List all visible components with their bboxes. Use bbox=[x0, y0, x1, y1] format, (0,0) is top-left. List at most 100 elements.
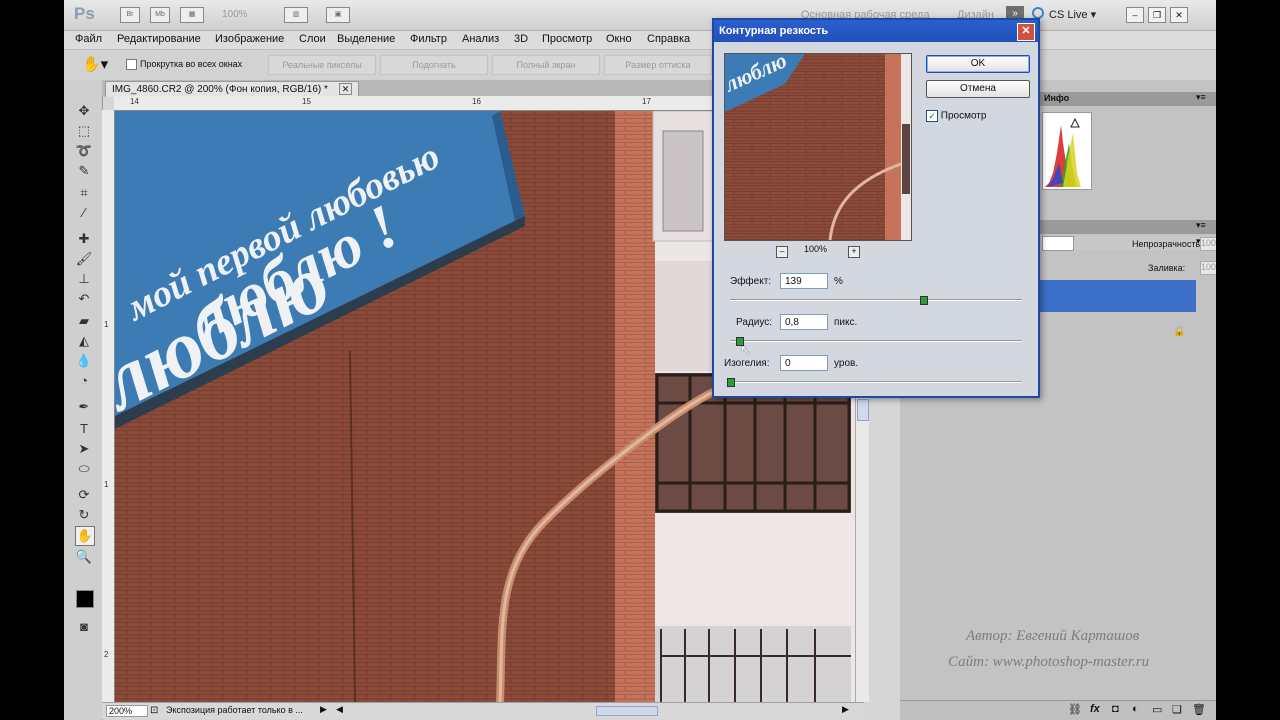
threshold-slider-track[interactable] bbox=[730, 381, 1022, 383]
crop-tool-icon[interactable]: ⌗ bbox=[75, 184, 93, 202]
hand-tool-preset-icon[interactable]: ✋▾ bbox=[82, 55, 108, 73]
watermark-site: Сайт: www.photoshop-master.ru bbox=[948, 654, 1150, 670]
paint-bucket-tool-icon[interactable]: ◭ bbox=[75, 332, 93, 350]
effect-slider-knob[interactable] bbox=[919, 296, 928, 305]
preview-zoom-level: 100% bbox=[804, 244, 828, 254]
radius-unit: пикс. bbox=[834, 317, 858, 328]
preview-checkbox[interactable]: ✓ bbox=[926, 110, 938, 122]
threshold-slider-knob[interactable] bbox=[727, 378, 735, 387]
document-tab-close-icon[interactable]: ✕ bbox=[338, 83, 353, 95]
menu-select[interactable]: Выделение bbox=[337, 33, 395, 45]
scroll-all-windows-option[interactable]: Прокрутка во всех окнах bbox=[126, 59, 243, 71]
history-brush-tool-icon[interactable]: ↶ bbox=[75, 290, 93, 308]
blur-tool-icon[interactable]: 💧 bbox=[75, 352, 93, 370]
layer-row-selected[interactable] bbox=[1040, 280, 1196, 312]
hand-tool-icon[interactable]: ✋ bbox=[75, 526, 95, 546]
status-icon[interactable]: ⊡ bbox=[150, 705, 158, 716]
fx-icon[interactable]: fx bbox=[1090, 703, 1100, 715]
scroll-all-checkbox[interactable] bbox=[126, 59, 137, 71]
menu-file[interactable]: Файл bbox=[75, 33, 102, 45]
type-tool-icon[interactable]: T bbox=[75, 420, 93, 438]
menu-edit[interactable]: Редактирование bbox=[117, 33, 201, 45]
menu-3d[interactable]: 3D bbox=[514, 33, 528, 45]
preview-zoom-out-icon[interactable]: – bbox=[776, 246, 788, 258]
status-menu-arrow-icon[interactable]: ▶ bbox=[320, 704, 327, 715]
link-layers-icon[interactable]: ⛓ bbox=[1068, 703, 1082, 716]
menu-analysis[interactable]: Анализ bbox=[462, 33, 499, 45]
arrange-documents-icon[interactable]: ▥ bbox=[284, 7, 308, 23]
menu-help[interactable]: Справка bbox=[647, 33, 690, 45]
new-layer-icon[interactable]: ❏ bbox=[1172, 703, 1182, 716]
preview-zoom-in-icon[interactable]: + bbox=[848, 246, 860, 258]
menu-window[interactable]: Окно bbox=[606, 33, 632, 45]
3d-rotate-tool-icon[interactable]: ⟳ bbox=[75, 486, 93, 504]
print-size-button[interactable]: Размер оттиска bbox=[604, 55, 712, 75]
effect-slider-track[interactable] bbox=[730, 299, 1022, 301]
mini-bridge-icon[interactable]: Mb bbox=[150, 7, 170, 23]
path-selection-tool-icon[interactable]: ➤ bbox=[75, 440, 93, 458]
menu-layers[interactable]: Слои bbox=[299, 33, 326, 45]
panel-menu-icon[interactable]: ▾≡ bbox=[1196, 92, 1206, 103]
bridge-icon[interactable]: Br bbox=[120, 7, 140, 23]
fill-screen-button[interactable]: Полный экран bbox=[492, 55, 600, 75]
cancel-button[interactable]: Отмена bbox=[926, 80, 1030, 98]
ok-button[interactable]: OK bbox=[926, 55, 1030, 73]
view-extras-icon[interactable]: ▦ bbox=[180, 7, 204, 23]
restore-button[interactable]: ❐ bbox=[1148, 7, 1166, 23]
brush-tool-icon[interactable]: 🖌 bbox=[75, 250, 93, 268]
close-button[interactable]: ✕ bbox=[1170, 7, 1188, 23]
lasso-tool-icon[interactable]: ➰ bbox=[75, 142, 93, 160]
add-mask-icon[interactable]: ◘ bbox=[1112, 703, 1119, 715]
threshold-label: Изогелия: bbox=[724, 358, 770, 369]
new-group-icon[interactable]: ▭ bbox=[1152, 703, 1162, 716]
quick-mask-icon[interactable]: ◙ bbox=[75, 618, 93, 636]
scroll-right-icon[interactable]: ▶ bbox=[842, 704, 849, 715]
layers-panel-menu-icon[interactable]: ▾≡ bbox=[1196, 220, 1206, 231]
marquee-tool-icon[interactable]: ⬚ bbox=[75, 122, 93, 140]
scrollbar-thumb[interactable] bbox=[857, 399, 869, 421]
zoom-level-select[interactable]: 100% bbox=[222, 9, 248, 20]
clone-stamp-tool-icon[interactable]: ⊥ bbox=[75, 270, 93, 288]
info-tab[interactable]: Инфо bbox=[1044, 93, 1069, 103]
dialog-title-bar[interactable]: Контурная резкость ✕ bbox=[714, 20, 1038, 42]
eyedropper-tool-icon[interactable]: ⁄ bbox=[75, 204, 93, 222]
cs-live-menu[interactable]: CS Live ▾ bbox=[1032, 7, 1096, 21]
shape-tool-icon[interactable]: ⬭ bbox=[75, 460, 93, 478]
horizontal-scrollbar-thumb[interactable] bbox=[596, 706, 658, 716]
effect-input[interactable]: 139 bbox=[780, 273, 828, 289]
adjustment-layer-icon[interactable]: ◐ bbox=[1132, 703, 1139, 715]
scroll-all-label: Прокрутка во всех окнах bbox=[140, 59, 243, 69]
threshold-input[interactable]: 0 bbox=[780, 355, 828, 371]
radius-slider-track[interactable] bbox=[730, 340, 1022, 342]
3d-orbit-tool-icon[interactable]: ↻ bbox=[75, 506, 93, 524]
actual-pixels-button[interactable]: Реальные пикселы bbox=[268, 55, 376, 75]
move-tool-icon[interactable]: ✥ bbox=[75, 102, 93, 120]
eraser-tool-icon[interactable]: ▰ bbox=[75, 312, 93, 330]
fit-screen-button[interactable]: Подогнать bbox=[380, 55, 488, 75]
opacity-value[interactable]: 100% bbox=[1200, 237, 1216, 251]
preview-option[interactable]: ✓ Просмотр bbox=[926, 110, 986, 122]
menu-view[interactable]: Просмотр bbox=[542, 33, 592, 45]
dodge-tool-icon[interactable]: ◔ bbox=[75, 372, 93, 390]
menu-image[interactable]: Изображение bbox=[215, 33, 284, 45]
menu-filter[interactable]: Фильтр bbox=[410, 33, 447, 45]
document-tab[interactable]: IMG_4860.CR2 @ 200% (Фон копия, RGB/16) … bbox=[105, 81, 360, 97]
pen-tool-icon[interactable]: ✒ bbox=[75, 398, 93, 416]
blend-mode-select[interactable] bbox=[1042, 236, 1074, 251]
photoshop-logo: Ps bbox=[74, 4, 95, 23]
watermark-author: Автор: Евгений Карташов bbox=[966, 628, 1140, 644]
minimize-button[interactable]: – bbox=[1126, 7, 1144, 23]
dialog-title: Контурная резкость bbox=[719, 25, 829, 37]
status-zoom-field[interactable]: 200% bbox=[106, 705, 148, 717]
fill-value[interactable]: 100% bbox=[1200, 261, 1216, 275]
dialog-close-icon[interactable]: ✕ bbox=[1017, 23, 1035, 41]
quick-select-tool-icon[interactable]: ✎ bbox=[75, 162, 93, 180]
screen-mode-icon[interactable]: ▣ bbox=[326, 7, 350, 23]
scroll-left-icon[interactable]: ◀ bbox=[336, 704, 343, 715]
dialog-preview[interactable]: люблю bbox=[724, 53, 912, 241]
radius-input[interactable]: 0,8 bbox=[780, 314, 828, 330]
foreground-color-swatch[interactable] bbox=[76, 590, 94, 608]
zoom-tool-icon[interactable]: 🔍 bbox=[75, 548, 93, 566]
delete-layer-icon[interactable]: 🗑 bbox=[1192, 703, 1206, 716]
healing-brush-tool-icon[interactable]: ✚ bbox=[75, 230, 93, 248]
